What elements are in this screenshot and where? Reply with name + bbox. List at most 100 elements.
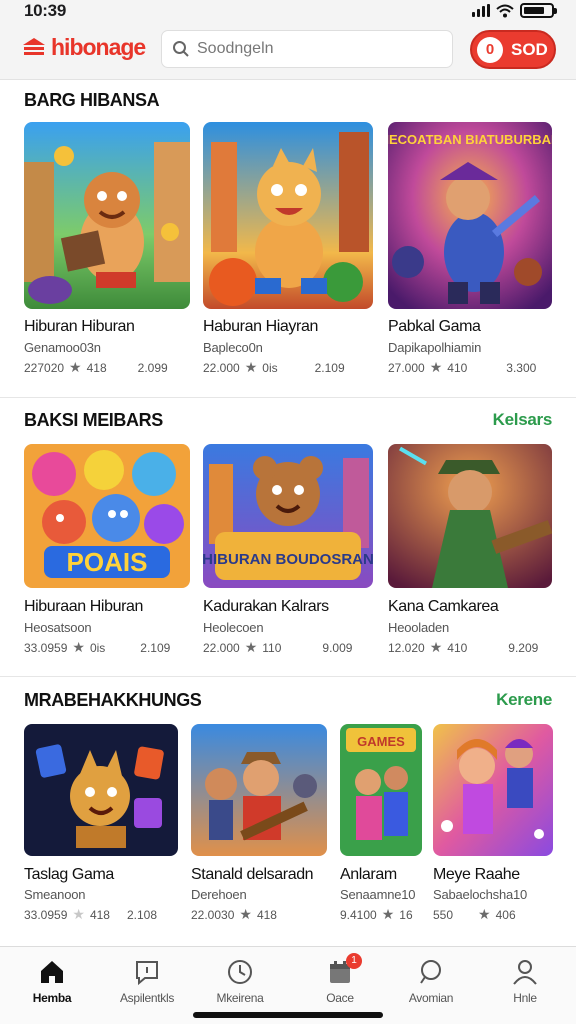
game-card[interactable]: Hiburan Hiburan Genamoo03n 227020 ★ 418 …	[24, 122, 190, 382]
game-title: Hiburan Hiburan	[24, 318, 135, 335]
game-thumbnail[interactable]	[24, 122, 190, 309]
star-icon: ★	[429, 639, 443, 655]
game-thumbnail[interactable]: POAIS	[24, 444, 190, 588]
nav-label: Hemba	[32, 991, 72, 1005]
nav-label: Avomian	[408, 991, 454, 1005]
signal-icon	[472, 4, 490, 17]
extra-value: 9.009	[322, 640, 353, 655]
game-subtitle: Smeanoon	[24, 887, 86, 902]
nav-item-home[interactable]: Hemba	[4, 957, 100, 1005]
game-art-text: GAMES	[357, 734, 405, 749]
nav-item-messages[interactable]: Aspilentkls	[99, 957, 195, 1005]
play-count: 227020	[24, 360, 65, 375]
play-count: 33.0959	[24, 907, 68, 922]
game-thumbnail[interactable]	[24, 724, 178, 856]
game-card[interactable]: GAMES Anlaram Senaamne10 9.4100 ★ 16	[340, 724, 422, 934]
game-subtitle: Heosatsoon	[24, 620, 92, 635]
extra-value: 2.108	[126, 907, 158, 922]
star-icon: ★	[72, 639, 85, 655]
game-title: Hiburaan Hiburan	[24, 598, 144, 615]
game-subtitle: Heolecoen	[203, 620, 264, 635]
game-card[interactable]: Meye Raahe Sabaelochsha10 550 ★ 406	[433, 724, 553, 934]
game-card[interactable]: Taslag Gama Smeanoon 33.0959 ★ 418 2.108	[24, 724, 178, 934]
signin-button[interactable]: 0 SOD	[470, 30, 556, 69]
game-art-text: HIBURAN BOUDOSRAN	[203, 551, 373, 568]
game-card[interactable]: POAIS Hiburaan Hiburan Heosatsoon 33.095…	[24, 444, 190, 664]
signin-label: SOD	[511, 39, 548, 59]
extra-value: 2.109	[314, 360, 345, 375]
play-count: 9.4100	[340, 907, 377, 922]
game-card[interactable]: HIBURAN BOUDOSRAN Kadurakan Kalrars Heol…	[203, 444, 373, 664]
game-thumbnail[interactable]	[433, 724, 553, 856]
star-icon: ★	[478, 906, 491, 922]
star-icon: ★	[381, 906, 395, 922]
see-more-link[interactable]: Kelsars	[493, 410, 553, 430]
nav-item-profile[interactable]: Hnle	[477, 957, 573, 1005]
rating-value: 418	[256, 907, 277, 922]
app-header: hibonage 0 SOD	[0, 24, 576, 80]
status-icons	[472, 3, 557, 18]
message-icon	[136, 961, 158, 986]
game-title: Taslag Gama	[24, 866, 114, 883]
game-subtitle: Dapikapolhiamin	[388, 340, 482, 355]
star-icon: ★	[244, 359, 258, 375]
extra-value: 2.109	[140, 640, 171, 655]
clock-icon	[228, 960, 252, 984]
search-input[interactable]	[197, 40, 437, 58]
game-thumbnail[interactable]	[388, 444, 552, 588]
game-meta: 33.0959 ★ 418 2.108	[24, 906, 157, 923]
home-indicator[interactable]	[193, 1012, 383, 1018]
logo-icon	[23, 37, 45, 55]
extra-value: 3.300	[506, 360, 537, 375]
game-thumbnail[interactable]	[191, 724, 327, 856]
search-bar[interactable]	[161, 30, 453, 68]
app-logo[interactable]: hibonage	[22, 34, 146, 61]
home-icon	[41, 961, 63, 983]
section-title: BARG HIBANSA	[24, 90, 160, 110]
profile-icon	[513, 960, 537, 985]
notification-badge: 1	[346, 953, 362, 969]
section-divider	[0, 676, 576, 677]
rating-value: 410	[447, 360, 468, 375]
game-meta: 9.4100 ★ 16	[340, 906, 413, 923]
nav-item-recent[interactable]: Mkeirena	[192, 957, 288, 1005]
play-count: 550	[433, 907, 454, 922]
game-card[interactable]: Haburan Hiayran Bapleco0n 22.000 ★ 0is 2…	[203, 122, 373, 382]
game-title: Kadurakan Kalrars	[203, 598, 329, 615]
game-thumbnail[interactable]: HECOATBAN BIATUBURBAN	[388, 122, 552, 309]
play-count: 22.000	[203, 360, 240, 375]
wifi-icon	[496, 4, 514, 17]
star-icon: ★	[72, 906, 85, 922]
star-icon: ★	[244, 639, 258, 655]
game-art-text: POAIS	[67, 547, 148, 577]
game-card[interactable]: Kana Camkarea Heooladen 12.020 ★ 410 9.2…	[388, 444, 552, 664]
game-card[interactable]: Stanald delsaradn Derehoen 22.0030 ★ 418	[191, 724, 327, 934]
extra-value: 2.099	[137, 360, 168, 375]
game-meta: 22.0030 ★ 418	[191, 906, 277, 923]
status-time: 10:39	[24, 1, 66, 20]
game-subtitle: Derehoen	[191, 887, 247, 902]
see-more-link[interactable]: Kerene	[496, 690, 552, 710]
rating-value: 418	[89, 907, 110, 922]
nav-label: Aspilentkls	[119, 991, 175, 1005]
game-subtitle: Heooladen	[388, 620, 450, 635]
game-subtitle: Bapleco0n	[203, 340, 263, 355]
game-card[interactable]: HECOATBAN BIATUBURBAN Pabkal Gama Dapika…	[388, 122, 552, 382]
game-thumbnail[interactable]	[203, 122, 373, 309]
game-thumbnail[interactable]: HIBURAN BOUDOSRAN	[203, 444, 373, 588]
game-meta: 550 ★ 406	[433, 906, 516, 923]
game-meta: 27.000 ★ 410 3.300	[388, 359, 536, 376]
game-title: Stanald delsaradn	[191, 866, 314, 883]
chat-search-icon	[420, 960, 441, 984]
battery-icon	[520, 3, 557, 18]
nav-item-search[interactable]: Avomian	[383, 957, 479, 1005]
nav-label: Hnle	[513, 991, 537, 1005]
rating-value: 0is	[262, 360, 278, 375]
game-thumbnail[interactable]: GAMES	[340, 724, 422, 856]
rating-value: 406	[495, 907, 516, 922]
game-title: Meye Raahe	[433, 866, 520, 883]
nav-item-calendar[interactable]: 1 Oace	[292, 953, 388, 1005]
game-subtitle: Sabaelochsha10	[433, 887, 528, 902]
rating-value: 410	[447, 640, 468, 655]
star-icon: ★	[429, 359, 443, 375]
